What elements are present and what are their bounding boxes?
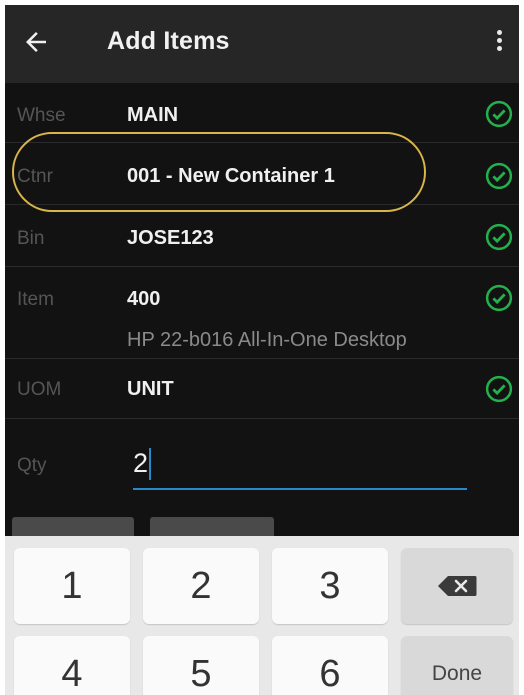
key-3[interactable]: 3: [272, 548, 388, 624]
done-button[interactable]: Done: [401, 636, 513, 695]
qty-label: Qty: [17, 455, 47, 476]
bin-label: Bin: [17, 228, 45, 249]
backspace-icon: [438, 576, 477, 596]
backspace-button[interactable]: [401, 548, 513, 624]
page-title: Add Items: [107, 27, 230, 55]
form-row-uom: UOM UNIT: [5, 359, 519, 419]
check-circle-icon: [485, 284, 513, 312]
bin-value[interactable]: JOSE123: [127, 227, 214, 250]
whse-label: Whse: [17, 105, 66, 126]
whse-value[interactable]: MAIN: [127, 104, 178, 127]
text-caret: [149, 448, 151, 480]
check-circle-icon: [485, 162, 513, 190]
uom-value[interactable]: UNIT: [127, 378, 174, 401]
qty-value: 2: [133, 448, 149, 478]
check-circle-icon: [485, 223, 513, 251]
uom-label: UOM: [17, 379, 62, 400]
key-6[interactable]: 6: [272, 636, 388, 695]
item-value[interactable]: 400: [127, 288, 160, 311]
key-5[interactable]: 5: [143, 636, 259, 695]
item-description: HP 22-b016 All-In-One Desktop: [127, 329, 407, 351]
more-vertical-icon[interactable]: [495, 30, 503, 56]
key-2[interactable]: 2: [143, 548, 259, 624]
screen: Add Items Whse MAIN Ctnr 001 - New Conta…: [5, 5, 519, 695]
check-circle-icon: [485, 375, 513, 403]
form-row-bin: Bin JOSE123: [5, 205, 519, 267]
key-4[interactable]: 4: [14, 636, 130, 695]
item-label: Item: [17, 289, 54, 310]
qty-input[interactable]: 2: [133, 442, 467, 490]
form-row-item: Item 400 HP 22-b016 All-In-One Desktop: [5, 267, 519, 359]
app-bar: Add Items: [5, 5, 519, 83]
key-1[interactable]: 1: [14, 548, 130, 624]
check-circle-icon: [485, 100, 513, 128]
numeric-keyboard: 1 2 3 4 5 6 Done: [5, 536, 519, 695]
arrow-left-icon[interactable]: [21, 27, 51, 57]
highlight-annotation: [12, 132, 426, 212]
